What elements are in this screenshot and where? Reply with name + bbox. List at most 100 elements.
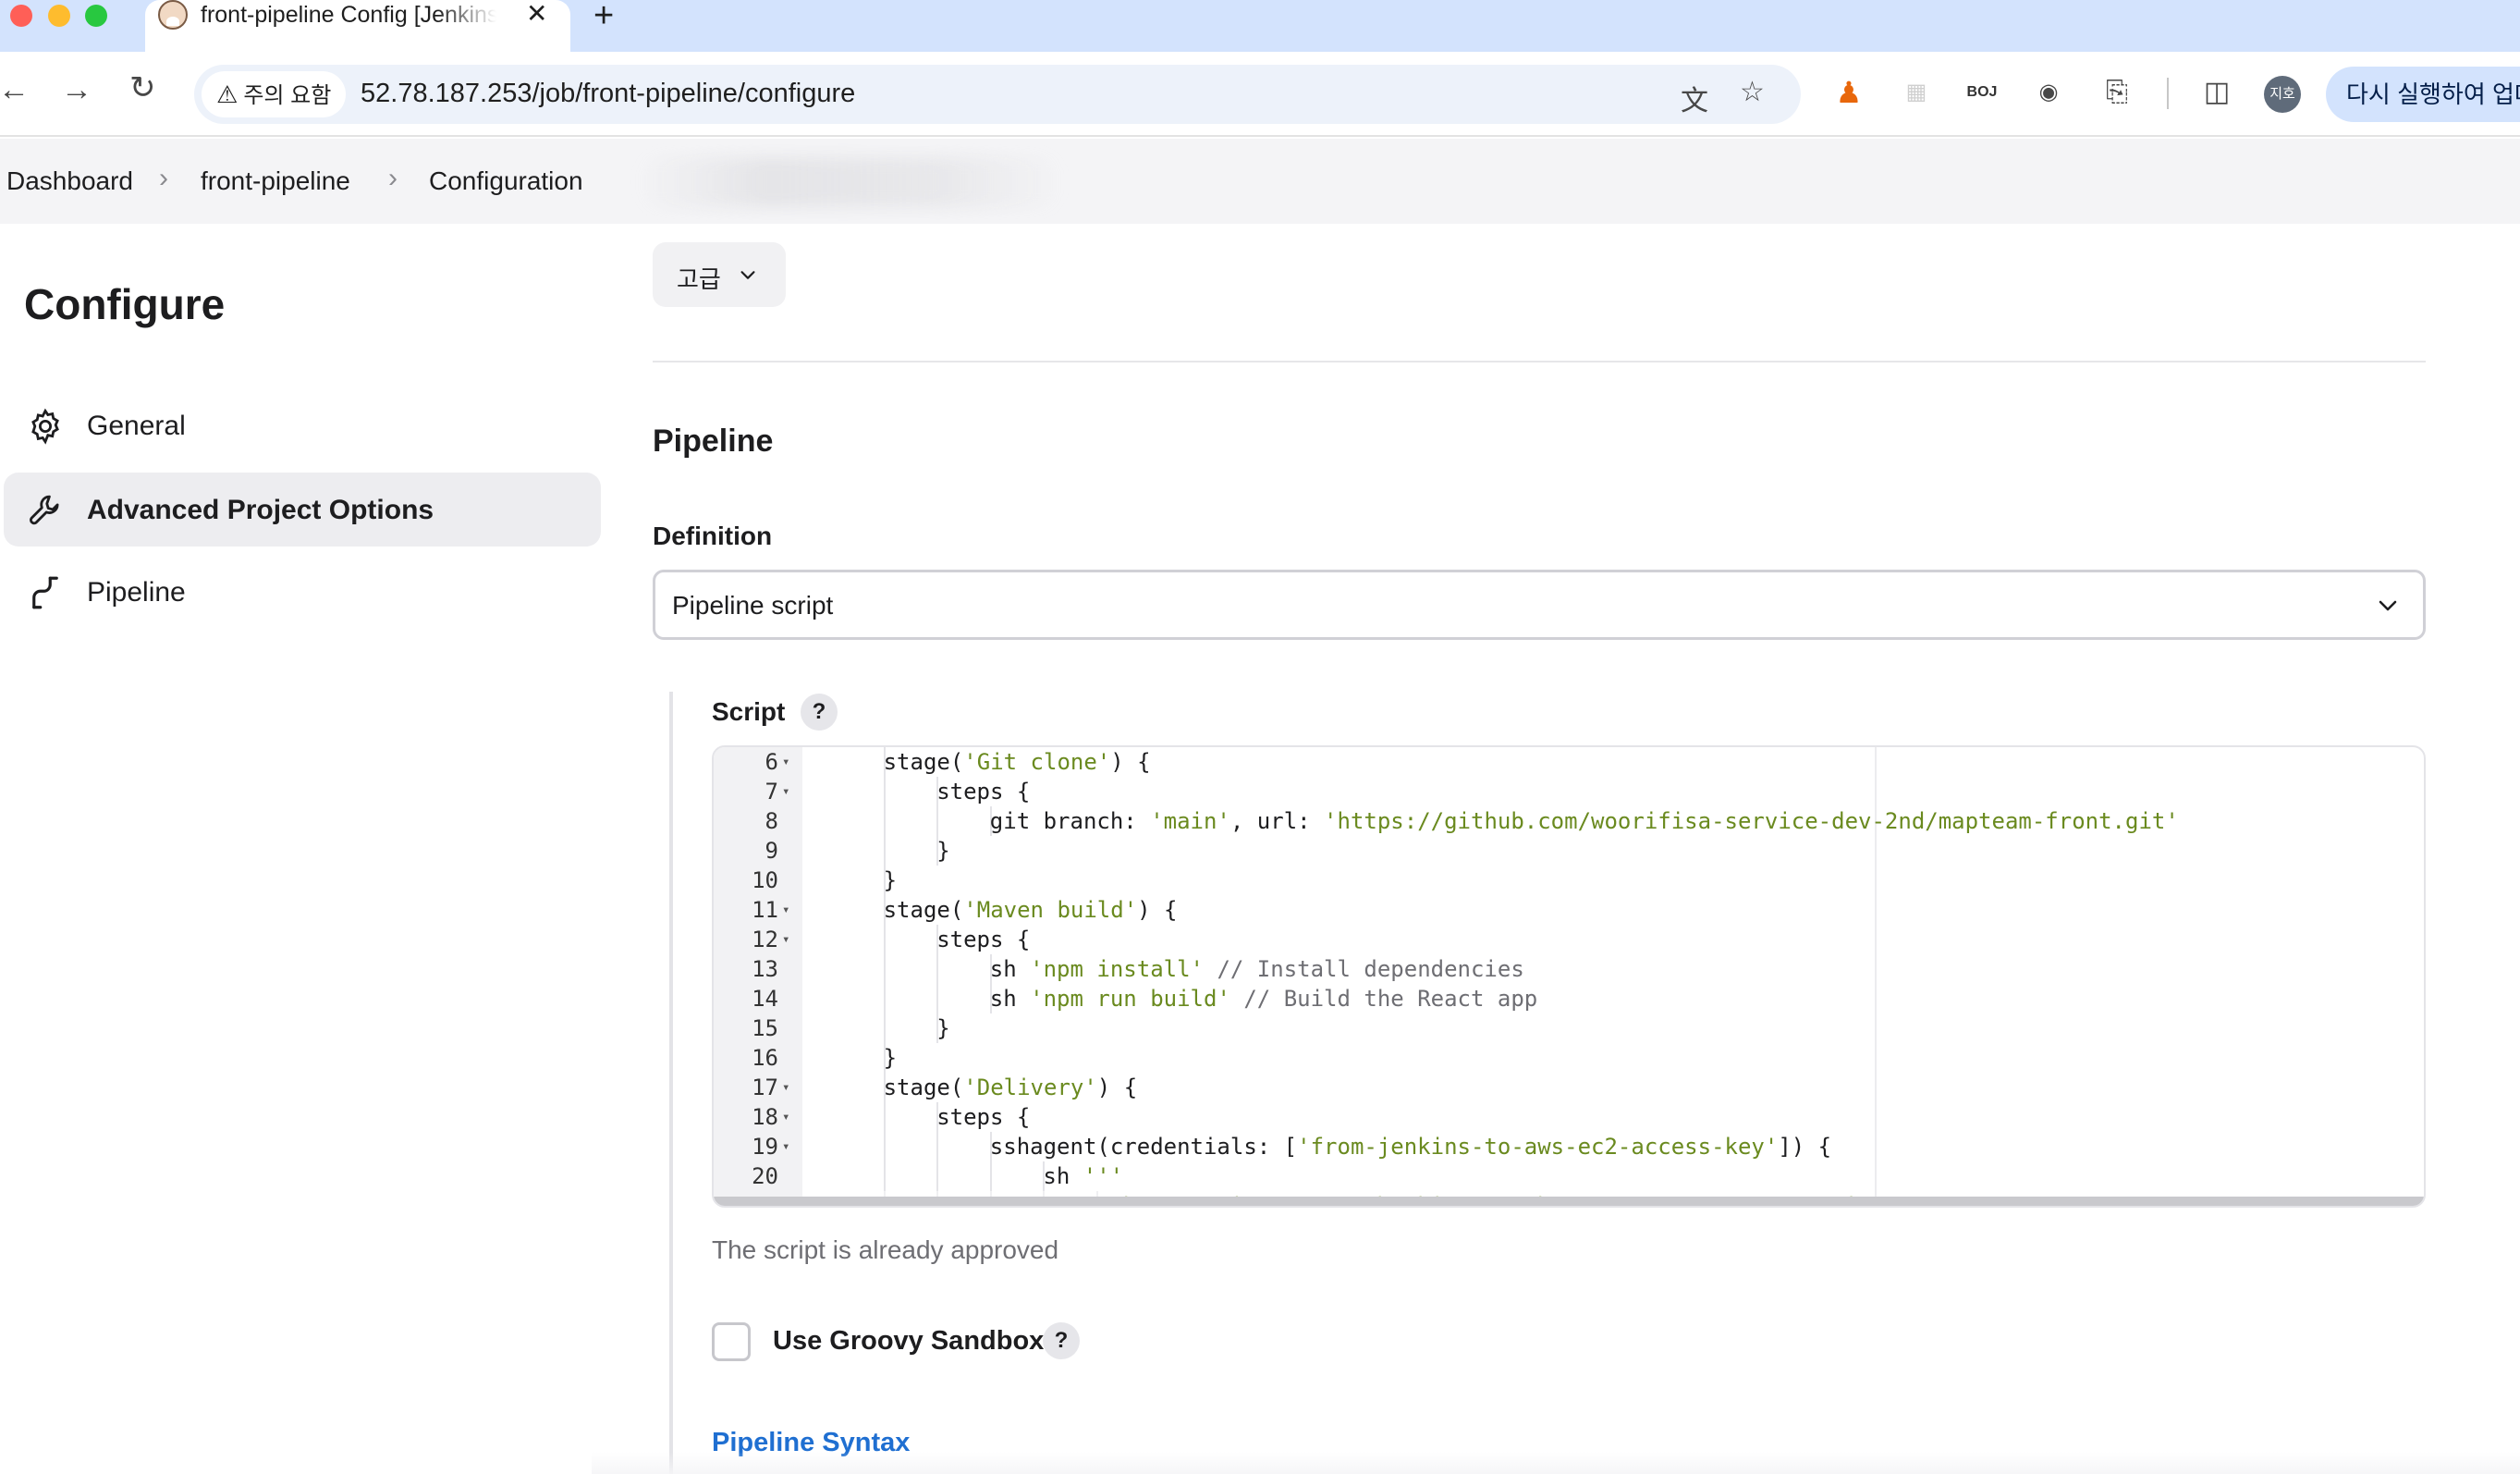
code-token: steps { [936,1104,1031,1130]
code-token: ]) { [1778,1134,1832,1160]
line-number: 13 [752,956,778,982]
advanced-toggle-button[interactable]: 고급 [653,242,786,307]
line-number: 16 [752,1045,778,1071]
breadcrumb-job[interactable]: front-pipeline [201,166,350,196]
code-text: steps { [936,1102,1030,1132]
editor-line[interactable]: 17 ▾ stage('Delivery') { [714,1073,2424,1102]
editor-line[interactable]: 8 git branch: 'main', url: 'https://githu… [714,806,2424,836]
indent-guide [936,954,939,984]
editor-line[interactable]: 14 sh 'npm run build' // Build the React … [714,984,2424,1013]
browser-tab-active[interactable]: front-pipeline Config [Jenkins] ✕ [145,0,570,52]
line-number: 7 [765,779,778,805]
code-token: sh [989,986,1031,1012]
groovy-sandbox-checkbox[interactable] [712,1322,751,1361]
code-token: stage( [883,749,964,775]
script-label: Script [712,697,786,726]
fold-toggle-icon[interactable]: ▾ [782,1102,789,1132]
code-text: steps { [936,777,1030,806]
breadcrumb: Dashboard › front-pipeline › Configurati… [0,139,2520,224]
code-token: sshagent(credentials: [ [989,1134,1298,1160]
code-token: steps { [936,779,1031,805]
fold-toggle-icon[interactable]: ▾ [782,777,789,806]
security-warning-chip[interactable]: ⚠ 주의 요함 [202,71,347,117]
sidebar-item-label: Advanced Project Options [87,495,434,525]
line-number: 20 [752,1163,778,1189]
editor-line[interactable]: 15} [714,1013,2424,1043]
back-arrow-icon[interactable]: ← [0,74,30,105]
extension-boj-icon[interactable]: BOJ [1965,76,1999,109]
sidebar-item-pipeline[interactable]: Pipeline [4,555,601,629]
bookmark-star-icon[interactable]: ☆ [1740,76,1765,108]
indent-guide [883,954,886,984]
indent-guide [936,1161,939,1191]
editor-line[interactable]: 19 ▾ sshagent(credentials: ['from-jenkins-… [714,1132,2424,1161]
fold-toggle-icon[interactable]: ▾ [782,1132,789,1161]
fold-toggle-icon[interactable]: ▾ [782,747,789,777]
window-zoom-button[interactable] [85,5,107,27]
extensions-puzzle-icon[interactable]: ⎘ [2100,76,2134,109]
groovy-sandbox-label[interactable]: Use Groovy Sandbox [773,1326,1044,1357]
forward-arrow-icon[interactable]: → [61,74,92,105]
chevron-down-icon [740,271,755,279]
editor-horizontal-scrollbar[interactable] [714,1197,2424,1206]
definition-select[interactable]: Pipeline script [653,570,2426,640]
code-text: } [884,866,897,895]
code-token: } [936,838,950,864]
editor-line[interactable]: 6 ▾ stage('Git clone') { [714,747,2424,777]
editor-line[interactable]: 11 ▾ stage('Maven build') { [714,895,2424,925]
sidebar-item-general[interactable]: General [4,388,601,462]
window-minimize-button[interactable] [48,5,70,27]
sidebar-title: Configure [24,280,226,328]
sandbox-help-icon[interactable]: ? [1043,1322,1080,1359]
editor-line[interactable]: 12 ▾ steps { [714,925,2424,954]
fold-toggle-icon[interactable]: ▾ [782,895,789,925]
editor-line[interactable]: 18 ▾ steps { [714,1102,2424,1132]
script-editor[interactable]: 6 ▾ stage('Git clone') {7 ▾ steps {8 git bran… [712,745,2426,1208]
editor-line[interactable]: 20 sh ''' [714,1161,2424,1191]
tab-close-icon[interactable]: ✕ [526,0,547,29]
window-close-button[interactable] [10,5,32,27]
script-help-icon[interactable]: ? [801,694,838,731]
line-number: 18 [752,1104,778,1130]
nested-section-rule [669,692,673,1474]
url-text[interactable]: 52.78.187.253/job/front-pipeline/configu… [361,79,855,109]
code-token: , url: [1229,808,1325,834]
profile-avatar[interactable]: 지호 [2264,76,2301,113]
fold-toggle-icon[interactable]: ▾ [782,1073,789,1102]
side-panel-icon[interactable]: ◫ [2200,76,2233,109]
editor-line[interactable]: 16} [714,1043,2424,1073]
breadcrumb-configuration[interactable]: Configuration [429,166,583,196]
line-number: 10 [752,867,778,893]
editor-line[interactable]: 10} [714,866,2424,895]
reload-icon[interactable]: ↻ [129,72,156,104]
extension-circle-icon[interactable]: ◉ [2032,76,2065,109]
code-token: stage( [883,897,964,923]
new-tab-button[interactable]: + [593,0,614,36]
code-text: stage('Delivery') { [884,1073,1138,1102]
editor-line[interactable]: 9} [714,836,2424,866]
warning-triangle-icon: ⚠ [216,80,239,108]
code-token: ) { [1137,897,1178,923]
line-number: 15 [752,1015,778,1041]
breadcrumb-dashboard[interactable]: Dashboard [6,166,133,196]
translate-icon[interactable]: 文 [1681,78,1708,118]
code-string-token: ''' [1083,1163,1124,1189]
breadcrumb-chevron-icon: › [388,163,398,193]
editor-line[interactable]: 13 sh 'npm install' // Install dependenci… [714,954,2424,984]
editor-line[interactable]: 7 ▾ steps { [714,777,2424,806]
code-string-token: 'Git clone' [963,749,1111,775]
fold-toggle-icon[interactable]: ▾ [782,925,789,954]
browser-tab-strip: front-pipeline Config [Jenkins] ✕ + [0,0,2520,52]
relaunch-update-button[interactable]: 다시 실행하여 업데이트 [2326,67,2520,122]
sidebar-item-advanced-project-options[interactable]: Advanced Project Options [4,473,601,547]
code-token: steps { [936,927,1031,952]
code-comment-token: // Install dependencies [1204,956,1524,982]
code-text: steps { [936,925,1030,954]
extension-grid-icon[interactable]: ▦ [1900,76,1933,109]
gear-icon [31,408,59,445]
code-comment-token: // Build the React app [1229,986,1538,1012]
address-bar[interactable]: ⚠ 주의 요함 52.78.187.253/job/front-pipeline/… [194,65,1801,124]
extension-figure-icon[interactable]: ♟ [1832,76,1866,109]
chevron-down-icon [2379,600,2397,611]
jenkins-favicon-icon [158,0,188,30]
